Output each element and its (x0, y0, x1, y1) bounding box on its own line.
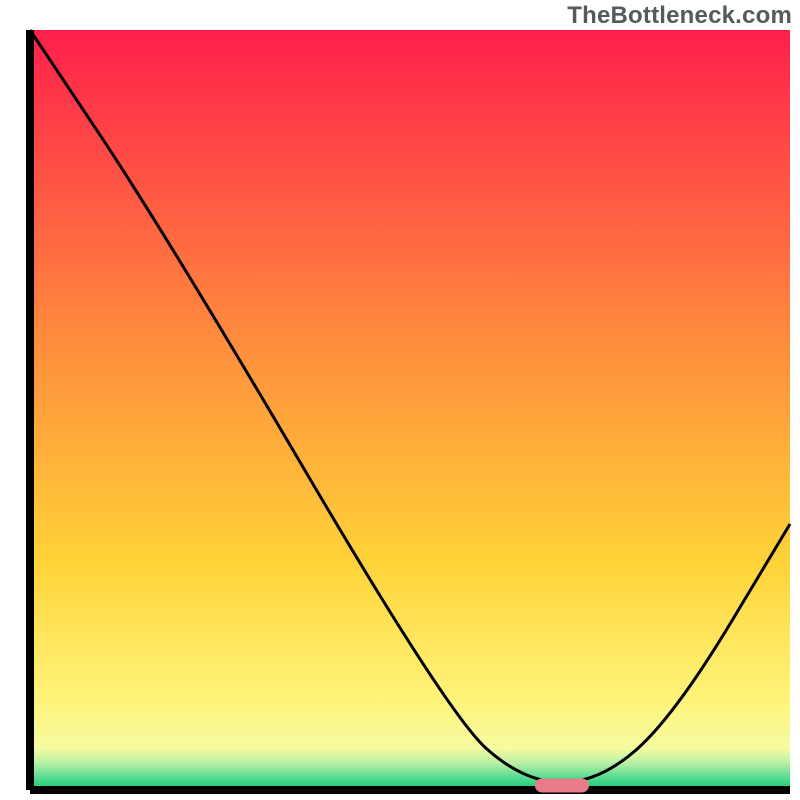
bottleneck-chart (0, 0, 800, 800)
gradient-background (30, 30, 790, 790)
optimal-marker (535, 778, 589, 792)
chart-frame: TheBottleneck.com (0, 0, 800, 800)
watermark-label: TheBottleneck.com (567, 2, 792, 30)
